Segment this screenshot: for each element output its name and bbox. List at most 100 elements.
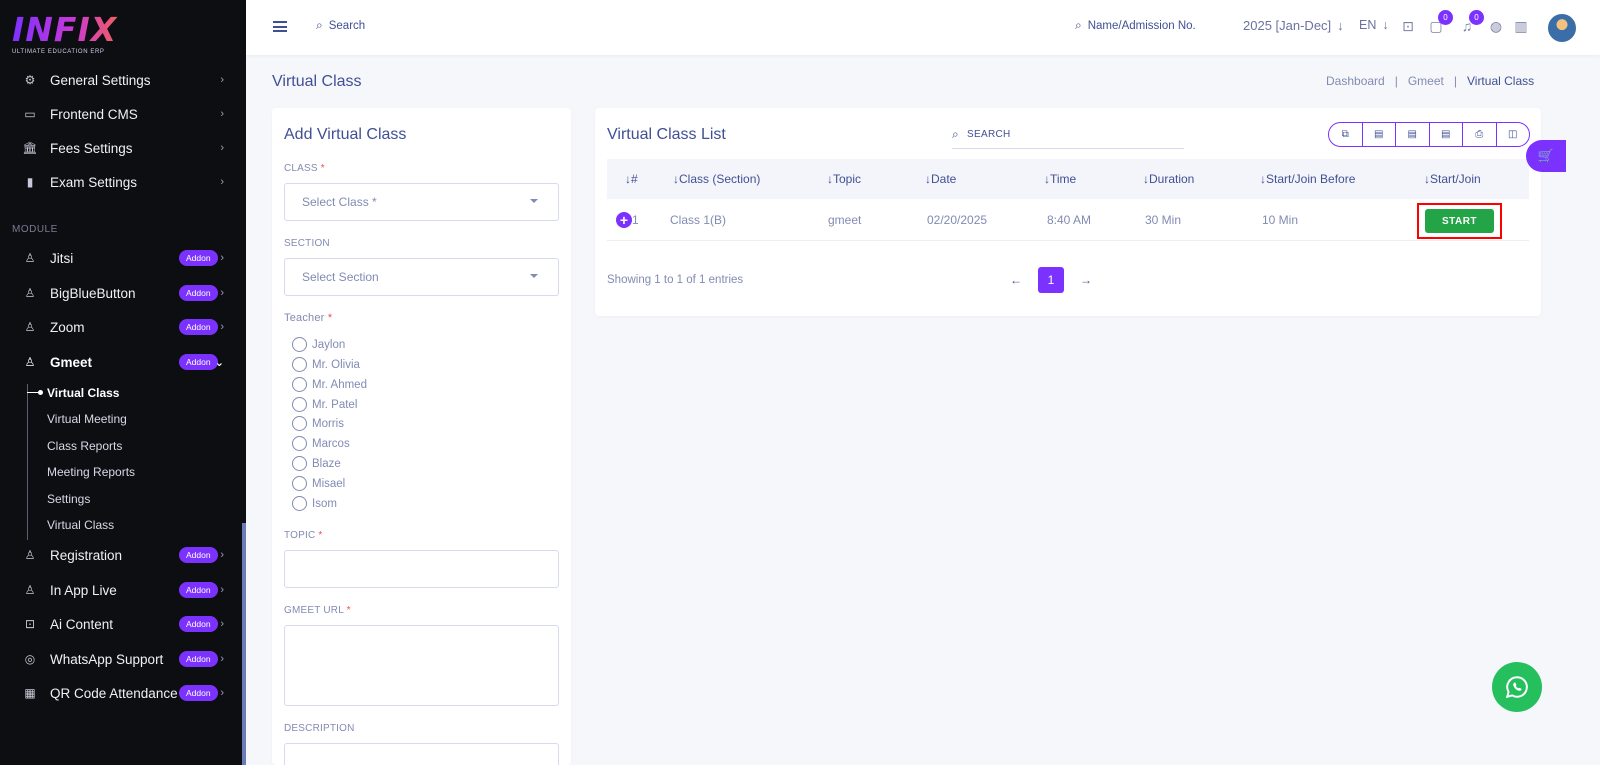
submenu-line: [27, 384, 28, 540]
class-select[interactable]: Select Class *: [284, 183, 559, 221]
teacher-radio[interactable]: Mr. Olivia: [292, 357, 360, 372]
radio-button[interactable]: [292, 357, 307, 372]
radio-button[interactable]: [292, 496, 307, 511]
search-icon: ⌕: [952, 127, 960, 141]
hamburger-menu-icon[interactable]: [273, 21, 287, 32]
sidebar-item-registration[interactable]: ♙ Registration Addon ›: [0, 540, 242, 570]
cart-icon[interactable]: 🛒: [1526, 140, 1566, 172]
submenu-item-virtual-class-2[interactable]: Virtual Class: [47, 518, 114, 532]
page-number-button[interactable]: 1: [1038, 267, 1064, 293]
teacher-radio[interactable]: Marcos: [292, 436, 350, 451]
sidebar-scrollbar[interactable]: [242, 523, 246, 765]
topic-label: TOPIC *: [284, 530, 323, 541]
sidebar-item-whatsapp-support[interactable]: ◎ WhatsApp Support Addon ›: [0, 644, 242, 674]
teacher-radio[interactable]: Blaze: [292, 456, 341, 471]
start-button-highlight: START: [1417, 203, 1502, 239]
th-date[interactable]: ↓Date: [925, 172, 956, 186]
app-logo[interactable]: INFIX ULTIMATE EDUCATION ERP: [12, 12, 132, 60]
chart-icon[interactable]: ▥: [1512, 17, 1530, 35]
monitor-icon: ▭: [24, 107, 36, 121]
teacher-radio[interactable]: Isom: [292, 496, 337, 511]
copy-icon[interactable]: ⧉: [1329, 123, 1363, 146]
excel-icon[interactable]: ▤: [1363, 123, 1396, 146]
radio-button[interactable]: [292, 416, 307, 431]
pagination-info: Showing 1 to 1 of 1 entries: [607, 274, 744, 286]
qr-icon: ▦: [24, 686, 36, 700]
virtual-class-list-card: Virtual Class List ⌕ SEARCH ⧉ ▤ ▤ ▤ ⎙ ◫ …: [595, 108, 1541, 316]
teacher-radio[interactable]: Misael: [292, 476, 345, 491]
gmeet-url-input[interactable]: [284, 625, 559, 706]
th-start-join-before[interactable]: ↓Start/Join Before: [1260, 172, 1355, 186]
sidebar-item-in-app-live[interactable]: ♙ In App Live Addon ›: [0, 575, 242, 605]
module-section-label: MODULE: [12, 224, 58, 235]
robot-icon[interactable]: ⊡: [1399, 17, 1417, 35]
sidebar-item-exam-settings[interactable]: ▮ Exam Settings ›: [0, 167, 242, 197]
teacher-name: Mr. Ahmed: [312, 378, 367, 391]
sidebar-item-jitsi[interactable]: ♙ Jitsi Addon ›: [0, 243, 242, 273]
description-input[interactable]: [284, 743, 559, 765]
th-time[interactable]: ↓Time: [1044, 172, 1076, 186]
csv-icon[interactable]: ▤: [1396, 123, 1430, 146]
radio-button[interactable]: [292, 476, 307, 491]
th-class-section[interactable]: ↓Class (Section): [673, 172, 760, 186]
teacher-name: Blaze: [312, 457, 341, 470]
breadcrumb-gmeet[interactable]: Gmeet: [1408, 74, 1444, 88]
topic-input[interactable]: [284, 550, 559, 588]
chevron-right-icon: ›: [220, 287, 224, 299]
th-duration[interactable]: ↓Duration: [1143, 172, 1194, 186]
addon-badge: Addon: [179, 318, 218, 336]
globe-icon[interactable]: ◍: [1487, 17, 1505, 35]
submenu-item-meeting-reports[interactable]: Meeting Reports: [47, 465, 135, 479]
chat-icon[interactable]: ▢ 0: [1427, 10, 1453, 35]
teacher-radio[interactable]: Jaylon: [292, 337, 345, 352]
session-select[interactable]: 2025 [Jan-Dec] ↓: [1243, 18, 1344, 33]
radio-button[interactable]: [292, 436, 307, 451]
breadcrumb-dashboard[interactable]: Dashboard: [1326, 74, 1385, 88]
submenu-item-virtual-class[interactable]: Virtual Class: [47, 386, 119, 400]
sidebar-item-ai-content[interactable]: ⊡ Ai Content Addon ›: [0, 609, 242, 639]
book-icon: ▮: [26, 175, 34, 189]
sidebar-item-zoom[interactable]: ♙ Zoom Addon ›: [0, 312, 242, 342]
th-number[interactable]: ↓#: [625, 172, 638, 186]
class-select-placeholder: Select Class *: [302, 195, 377, 209]
language-select[interactable]: EN ↓: [1359, 18, 1389, 32]
teacher-radio[interactable]: Morris: [292, 416, 344, 431]
caret-down-icon: [530, 274, 538, 278]
addon-badge: Addon: [179, 615, 218, 633]
start-button[interactable]: START: [1425, 209, 1494, 233]
prev-page-arrow-icon[interactable]: ←: [1007, 267, 1025, 293]
whatsapp-chat-button[interactable]: [1492, 662, 1542, 712]
chevron-right-icon: ›: [220, 584, 224, 596]
th-start-join[interactable]: ↓Start/Join: [1424, 172, 1481, 186]
columns-icon[interactable]: ◫: [1497, 123, 1530, 146]
sidebar-item-frontend-cms[interactable]: ▭ Frontend CMS ›: [0, 99, 242, 129]
sidebar-item-fees-settings[interactable]: 🏛 Fees Settings ›: [0, 133, 242, 163]
student-search[interactable]: ⌕ Name/Admission No.: [1075, 18, 1196, 33]
teacher-radio[interactable]: Mr. Ahmed: [292, 377, 367, 392]
radio-button[interactable]: [292, 377, 307, 392]
bell-icon[interactable]: ♫ 0: [1458, 10, 1484, 35]
list-search-input[interactable]: ⌕ SEARCH: [952, 121, 1184, 149]
expand-plus-icon[interactable]: +: [616, 212, 632, 228]
radio-button[interactable]: [292, 397, 307, 412]
submenu-item-settings[interactable]: Settings: [47, 492, 90, 506]
cell-duration: 30 Min: [1145, 213, 1182, 227]
section-select[interactable]: Select Section: [284, 258, 559, 296]
submenu-item-class-reports[interactable]: Class Reports: [47, 439, 122, 453]
pdf-icon[interactable]: ▤: [1430, 123, 1463, 146]
teacher-name: Jaylon: [312, 338, 346, 351]
print-icon[interactable]: ⎙: [1463, 123, 1497, 146]
sidebar-item-qr-code-attendance[interactable]: ▦ QR Code Attendance Addon ›: [0, 678, 242, 708]
sidebar-item-bigbluebutton[interactable]: ♙ BigBlueButton Addon ›: [0, 278, 242, 308]
th-topic[interactable]: ↓Topic: [827, 172, 861, 186]
avatar[interactable]: [1546, 12, 1578, 44]
teacher-radio[interactable]: Mr. Patel: [292, 397, 357, 412]
sidebar: INFIX ULTIMATE EDUCATION ERP ⚙ General S…: [0, 0, 246, 765]
global-search[interactable]: ⌕ Search: [316, 18, 365, 33]
sidebar-item-general-settings[interactable]: ⚙ General Settings ›: [0, 65, 242, 95]
radio-button[interactable]: [292, 456, 307, 471]
next-page-arrow-icon[interactable]: →: [1077, 267, 1095, 293]
sidebar-item-gmeet[interactable]: ♙ Gmeet Addon ⌄: [0, 347, 242, 377]
submenu-item-virtual-meeting[interactable]: Virtual Meeting: [47, 412, 127, 426]
radio-button[interactable]: [292, 337, 307, 352]
